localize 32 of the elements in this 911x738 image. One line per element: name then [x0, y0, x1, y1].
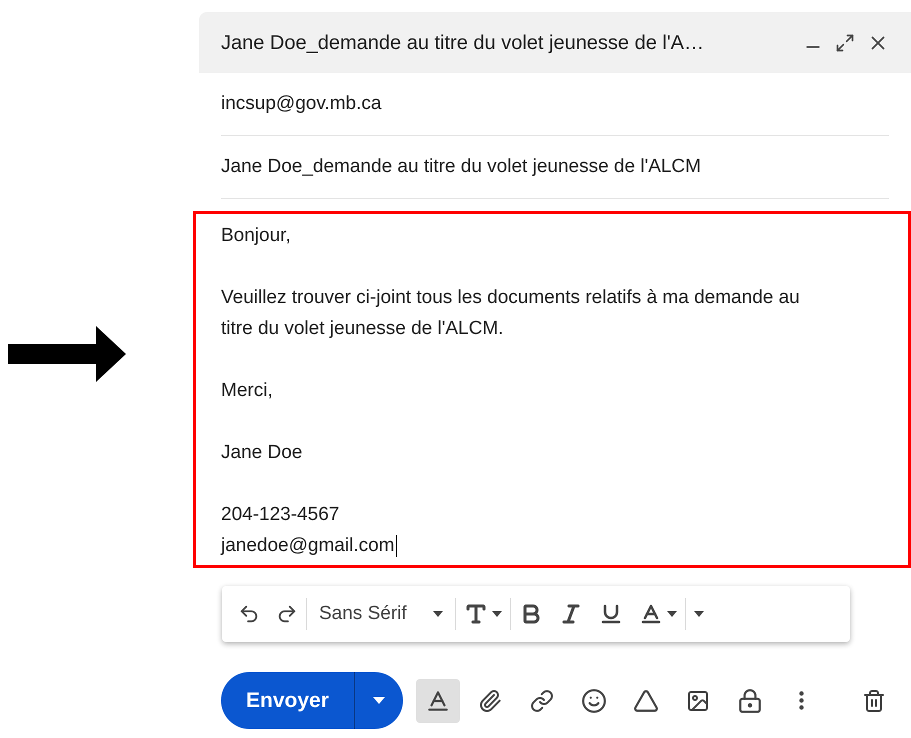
window-title: Jane Doe_demande au titre du volet jeunesse de l'A…	[221, 30, 706, 56]
more-icon	[799, 691, 804, 710]
text-size-icon	[464, 602, 488, 626]
body-text: janedoe@gmail.com	[221, 530, 821, 561]
recipient-field[interactable]: incsup@gov.mb.ca	[221, 90, 382, 118]
smiley-icon	[580, 688, 607, 714]
body-text: Bonjour,	[221, 224, 292, 248]
caret-icon	[432, 611, 443, 617]
body-text: 204-123-4567	[221, 503, 340, 527]
text-cursor	[396, 534, 397, 557]
arrow-icon	[8, 326, 126, 382]
link-icon	[530, 688, 554, 712]
expand-icon[interactable]	[835, 32, 855, 52]
body-text: Merci,	[221, 379, 274, 403]
triangle-icon	[632, 688, 659, 714]
paperclip-icon	[478, 688, 502, 712]
body-text: Jane Doe	[221, 441, 304, 465]
caret-icon	[694, 611, 704, 617]
formatting-options-button[interactable]	[416, 678, 460, 722]
redo-icon	[276, 603, 298, 625]
body-text: Veuillez trouver ci-joint tous les documents relatifs à ma demande au titre du volet jeunesse de l'ALCM.	[221, 286, 801, 341]
caret-icon	[372, 697, 385, 704]
undo-icon	[238, 603, 260, 625]
lock-icon	[736, 688, 763, 714]
image-icon	[686, 688, 710, 712]
message-body[interactable]: Bonjour, Veuillez trouver ci-joint tous les documents relatifs à ma demande au titre du volet jeunesse de l'ALCM. Merci, Jane Doe 204-123-4567 janedoe@gmail.com	[193, 211, 911, 568]
trash-icon	[862, 688, 886, 712]
send-button[interactable]: Envoyer	[221, 672, 355, 729]
subject-field[interactable]: Jane Doe_demande au titre du volet jeunesse de l'ALCM	[221, 152, 701, 182]
font-dropdown[interactable]: Sans Sérif	[307, 596, 455, 632]
caret-icon	[666, 611, 677, 617]
caret-icon	[492, 611, 502, 617]
